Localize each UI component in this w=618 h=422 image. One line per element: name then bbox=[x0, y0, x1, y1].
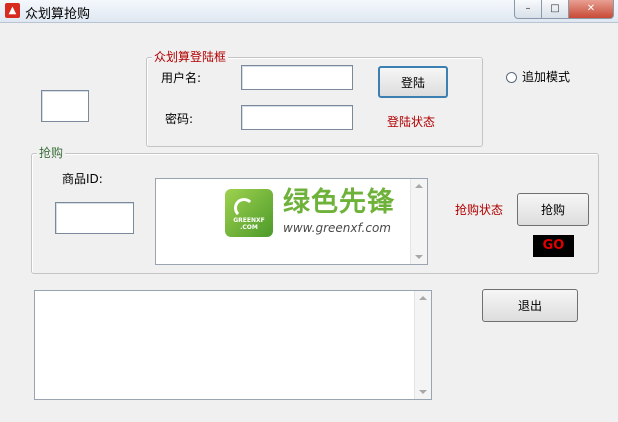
log-scroll-down-arrow-icon[interactable] bbox=[419, 390, 427, 394]
log-scrollbar[interactable] bbox=[414, 291, 431, 399]
go-indicator: GO bbox=[533, 235, 574, 257]
password-label: 密码: bbox=[165, 112, 194, 126]
password-input[interactable] bbox=[241, 105, 353, 130]
title-bar[interactable]: ▲ 众划算抢购 – □ ✕ bbox=[0, 0, 618, 23]
maximize-button[interactable]: □ bbox=[541, 0, 569, 19]
logo-text: GREENXF .COM bbox=[233, 217, 265, 231]
product-list-textarea[interactable]: GREENXF .COM 绿色先锋 www.greenxf.com bbox=[155, 178, 428, 265]
buy-button[interactable]: 抢购 bbox=[517, 193, 589, 226]
scroll-up-arrow-icon[interactable] bbox=[415, 184, 423, 188]
purchase-group-legend: 抢购 bbox=[37, 146, 66, 160]
log-scroll-up-arrow-icon[interactable] bbox=[419, 296, 427, 300]
brand-name: 绿色先锋 bbox=[283, 187, 395, 218]
minimize-button[interactable]: – bbox=[514, 0, 542, 19]
login-status-label: 登陆状态 bbox=[387, 115, 436, 129]
close-button[interactable]: ✕ bbox=[568, 0, 614, 19]
greenxf-logo: GREENXF .COM bbox=[225, 189, 273, 237]
product-id-label: 商品ID: bbox=[62, 172, 103, 186]
login-button[interactable]: 登陆 bbox=[378, 66, 448, 98]
brand-url: www.greenxf.com bbox=[283, 221, 391, 235]
log-textarea[interactable] bbox=[34, 290, 432, 400]
app-icon: ▲ bbox=[5, 3, 20, 18]
append-mode-label[interactable]: 追加模式 bbox=[522, 70, 570, 84]
small-input[interactable] bbox=[41, 90, 89, 122]
login-group-legend: 众划算登陆框 bbox=[152, 50, 229, 64]
exit-button[interactable]: 退出 bbox=[482, 289, 578, 322]
username-input[interactable] bbox=[241, 65, 353, 90]
watermark: GREENXF .COM 绿色先锋 www.greenxf.com bbox=[225, 187, 425, 239]
append-mode-radio[interactable] bbox=[506, 72, 517, 83]
purchase-status-label: 抢购状态 bbox=[455, 203, 504, 217]
scroll-down-arrow-icon[interactable] bbox=[415, 255, 423, 259]
username-label: 用户名: bbox=[161, 71, 202, 85]
window-title: 众划算抢购 bbox=[25, 7, 91, 22]
wifi-arc-icon bbox=[234, 198, 254, 218]
product-id-input[interactable] bbox=[55, 202, 134, 234]
